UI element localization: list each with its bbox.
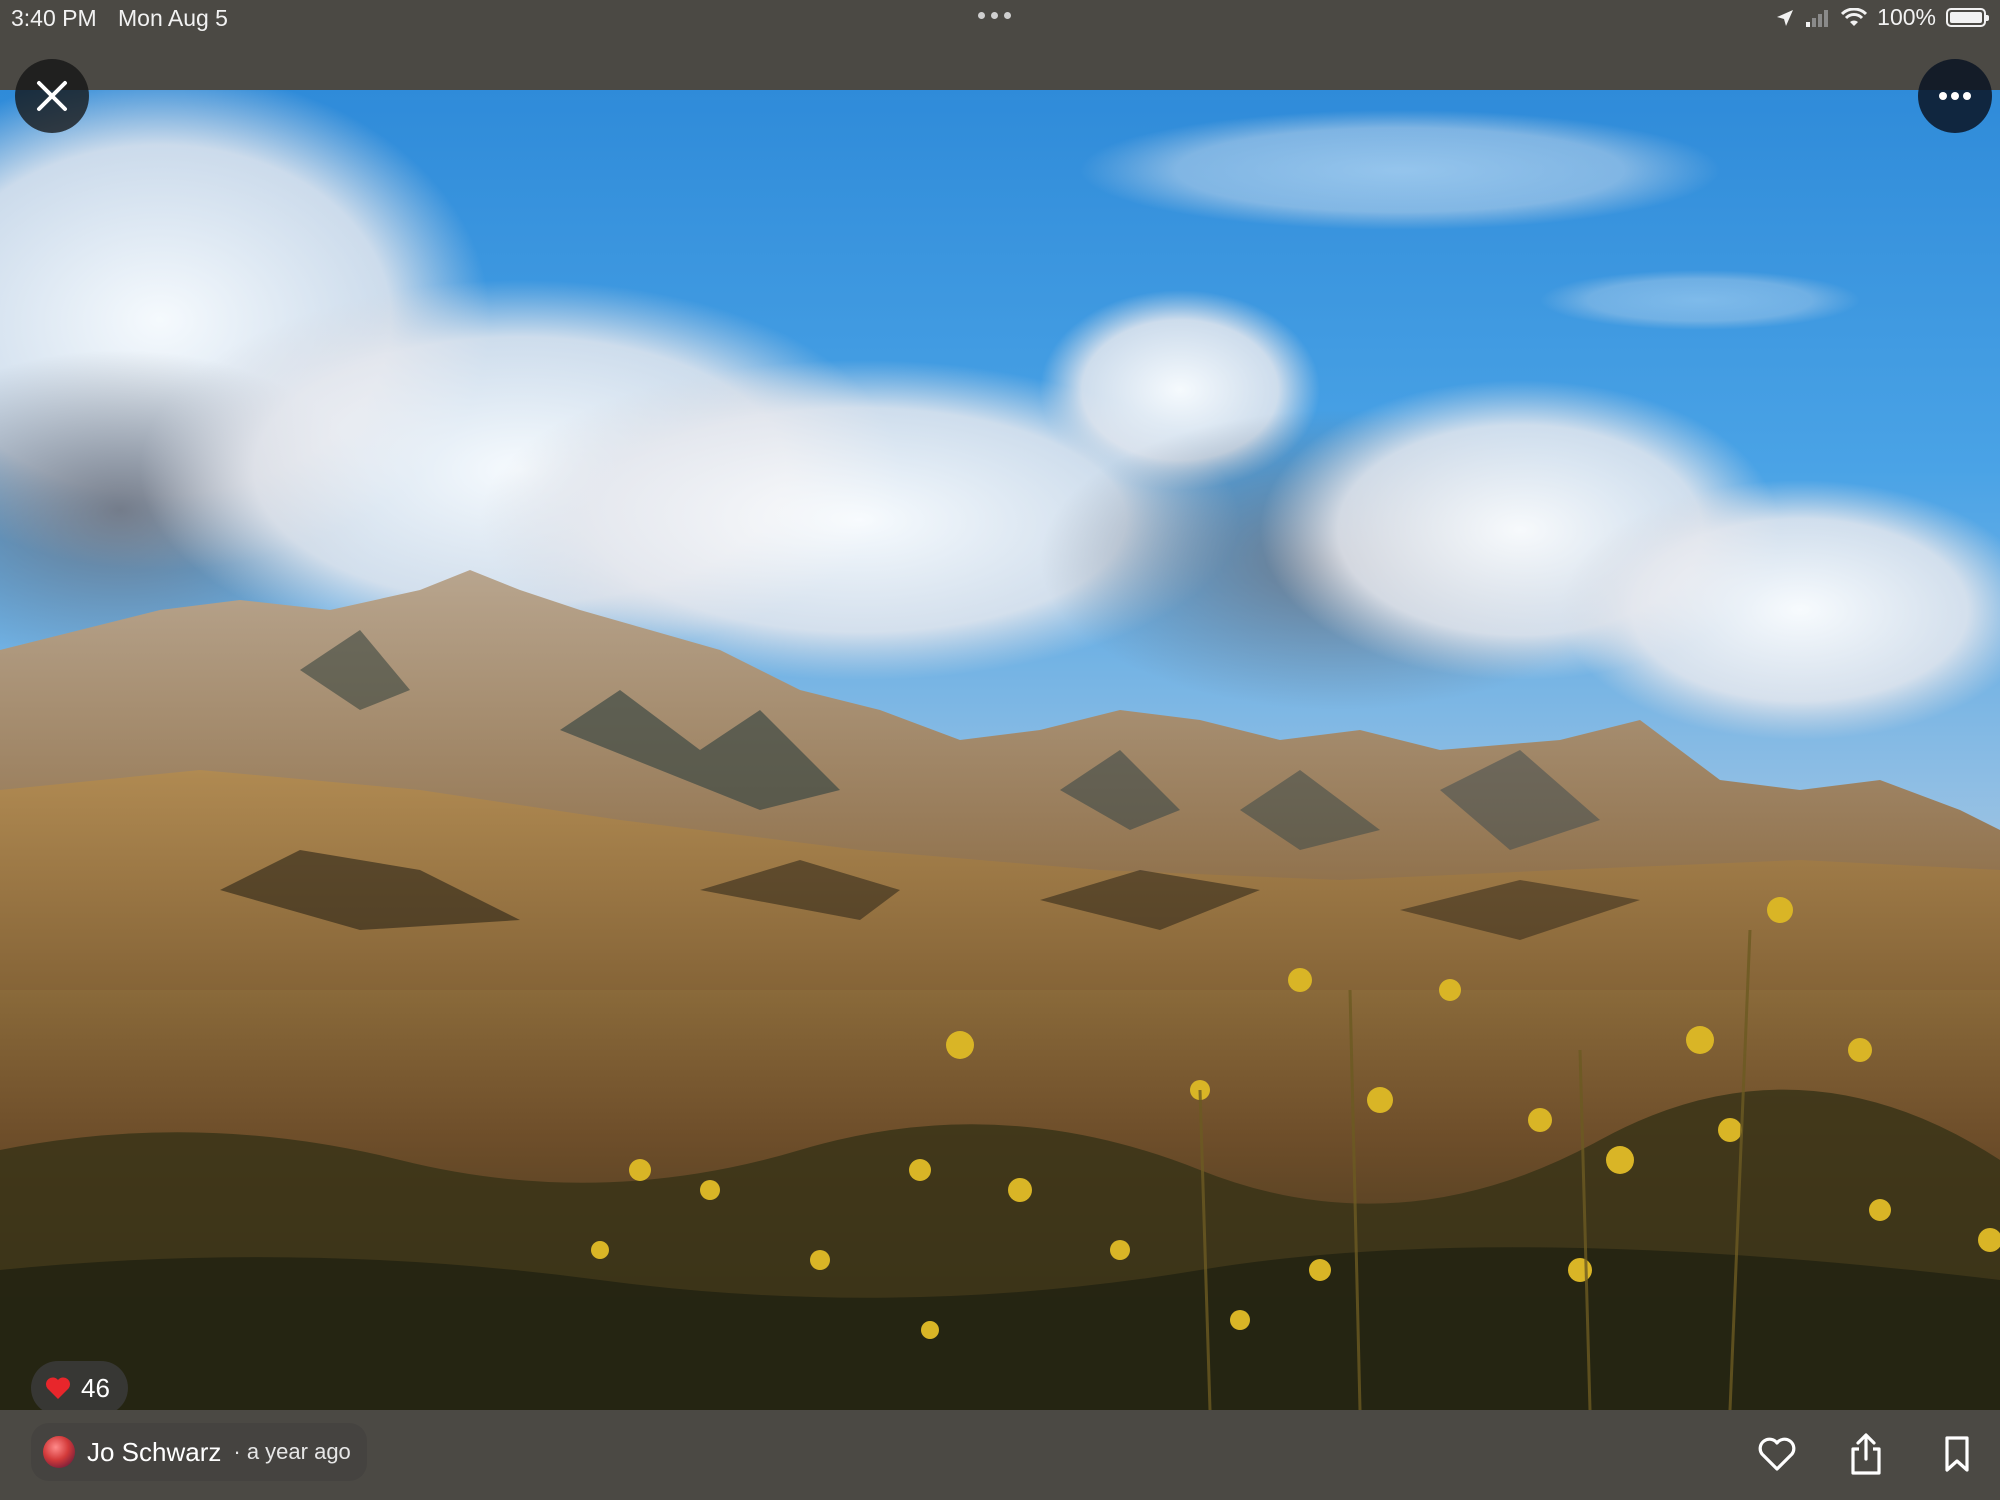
- multitasking-dots-icon[interactable]: [978, 12, 1011, 19]
- post-time: · a year ago: [233, 1439, 351, 1464]
- landscape-photo[interactable]: [0, 90, 2000, 1410]
- status-indicators: 100%: [1775, 4, 1989, 31]
- like-count-badge[interactable]: 46: [31, 1361, 128, 1415]
- close-icon: [37, 81, 67, 111]
- wifi-icon: [1841, 7, 1868, 26]
- like-count: 46: [81, 1372, 110, 1403]
- status-date: Mon Aug 5: [118, 5, 228, 31]
- cellular-signal-icon: [1806, 9, 1829, 27]
- bottom-bar: Jo Schwarz · a year ago: [0, 1410, 2000, 1500]
- author-chip[interactable]: Jo Schwarz · a year ago: [31, 1423, 367, 1481]
- status-time: 3:40 PM: [11, 5, 97, 31]
- heart-filled-icon: [45, 1377, 71, 1399]
- author-name: Jo Schwarz: [87, 1436, 222, 1467]
- battery-icon: [1946, 8, 1989, 27]
- battery-percent: 100%: [1877, 4, 1936, 30]
- location-arrow-icon: [1777, 9, 1794, 26]
- like-button[interactable]: [1751, 1428, 1803, 1480]
- more-options-button[interactable]: [1918, 59, 1992, 133]
- close-button[interactable]: [15, 59, 89, 133]
- share-button[interactable]: [1840, 1428, 1892, 1480]
- bookmark-icon: [1945, 1436, 1969, 1472]
- heart-outline-icon: [1758, 1437, 1796, 1471]
- more-icon: [1939, 92, 1971, 100]
- bookmark-button[interactable]: [1931, 1428, 1983, 1480]
- avatar: [43, 1436, 75, 1468]
- photo-viewer-screen: 3:40 PM Mon Aug 5 100% 46 Jo Schwarz · a…: [0, 0, 2000, 1500]
- share-icon: [1851, 1433, 1881, 1475]
- photo-illustration: [0, 90, 2000, 1410]
- status-bar: 3:40 PM Mon Aug 5 100%: [0, 0, 2000, 38]
